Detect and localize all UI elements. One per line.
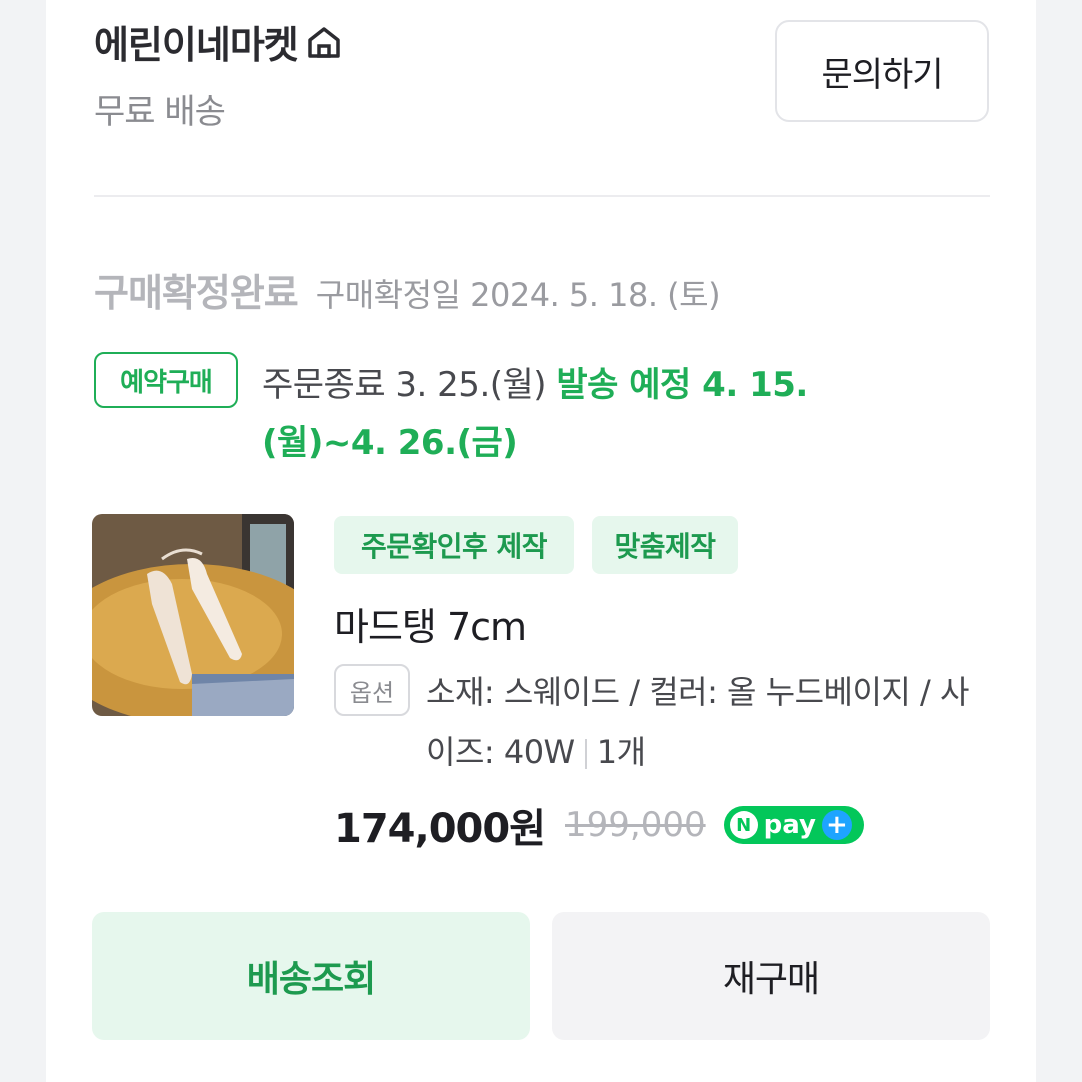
product-name[interactable]: 마드탱 7cm [334, 596, 527, 651]
confirm-date: 구매확정일 2024. 5. 18. (토) [315, 276, 721, 314]
naver-n-icon: N [729, 811, 758, 839]
option-text: 소재: 스웨이드 / 컬러: 올 누드베이지 / 사이즈: 40W [426, 673, 969, 771]
sale-price: 174,000원 [334, 806, 546, 852]
status-title: 구매확정완료 [94, 271, 299, 315]
quantity: 1개 [596, 733, 646, 771]
order-end-text: 주문종료 3. 25.(월) [262, 365, 547, 405]
reservation-badge: 예약구매 [94, 352, 238, 408]
order-card: 에린이네마켓 무료 배송 문의하기 구매확정완료 구매확정일 2024. 5. … [46, 0, 1036, 1082]
npay-label: pay [763, 810, 816, 840]
made-to-order-tag: 주문확인후 제작 [334, 516, 574, 574]
reservation-schedule: 주문종료 3. 25.(월) 발송 예정 4. 15.(월)~4. 26.(금) [262, 356, 922, 472]
rebuy-button[interactable]: 재구매 [552, 912, 990, 1040]
track-delivery-button[interactable]: 배송조회 [92, 912, 530, 1040]
shipping-info: 무료 배송 [94, 92, 226, 132]
plus-icon: + [821, 810, 852, 840]
home-icon[interactable] [304, 22, 344, 62]
order-status: 구매확정완료 구매확정일 2024. 5. 18. (토) [94, 262, 721, 317]
npay-plus-badge: N pay + [723, 806, 864, 844]
custom-made-tag: 맞춤제작 [592, 516, 738, 574]
divider [94, 195, 990, 197]
inquiry-button[interactable]: 문의하기 [775, 20, 989, 122]
option-details: 소재: 스웨이드 / 컬러: 올 누드베이지 / 사이즈: 40W 1개 [426, 662, 996, 782]
product-thumbnail[interactable] [92, 514, 294, 716]
separator [584, 739, 587, 769]
store-name[interactable]: 에린이네마켓 [94, 14, 299, 69]
store-header[interactable]: 에린이네마켓 [94, 14, 344, 69]
price-row: 174,000원 199,000 N pay + [334, 796, 864, 854]
option-badge: 옵션 [334, 664, 410, 716]
original-price: 199,000 [565, 805, 706, 845]
